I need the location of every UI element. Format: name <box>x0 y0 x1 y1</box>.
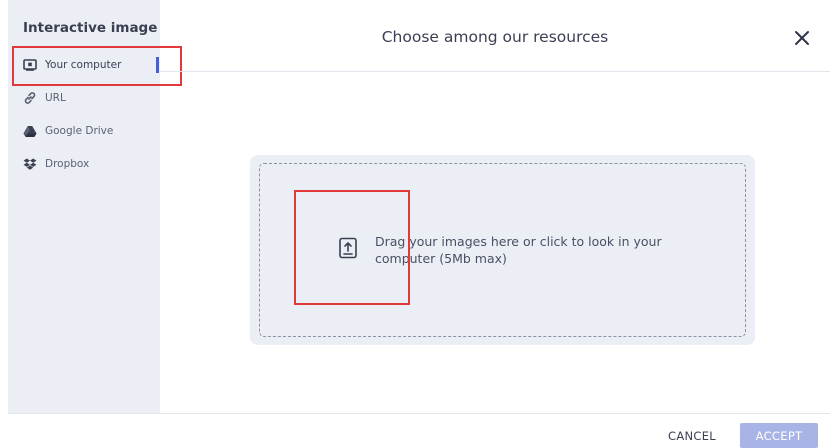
close-icon <box>795 31 809 45</box>
sidebar-title: Interactive image <box>23 20 158 36</box>
google-drive-icon <box>23 124 37 138</box>
dropbox-icon <box>23 157 37 171</box>
sidebar-item-label: Google Drive <box>45 125 114 137</box>
sidebar-item-google-drive[interactable]: Google Drive <box>23 121 113 141</box>
link-icon <box>23 91 37 105</box>
sidebar-item-label: Dropbox <box>45 158 90 170</box>
computer-icon <box>23 58 37 72</box>
close-button[interactable] <box>790 26 814 50</box>
sidebar: Interactive image Your computer URL Goog… <box>8 0 160 413</box>
sidebar-item-label: URL <box>45 92 66 104</box>
upload-icon <box>338 237 358 259</box>
sidebar-item-dropbox[interactable]: Dropbox <box>23 154 89 174</box>
accept-button[interactable]: ACCEPT <box>740 423 818 448</box>
dialog-title: Choose among our resources <box>381 28 609 46</box>
sidebar-item-label: Your computer <box>45 59 122 71</box>
footer-divider <box>8 413 830 414</box>
header-divider <box>160 71 830 72</box>
sidebar-item-your-computer[interactable]: Your computer <box>23 55 121 75</box>
interactive-image-dialog: Interactive image Your computer URL Goog… <box>0 0 830 448</box>
active-item-indicator <box>156 57 159 73</box>
cancel-button[interactable]: CANCEL <box>660 423 724 448</box>
sidebar-item-url[interactable]: URL <box>23 88 66 108</box>
dropzone-text: Drag your images here or click to look i… <box>375 234 662 266</box>
